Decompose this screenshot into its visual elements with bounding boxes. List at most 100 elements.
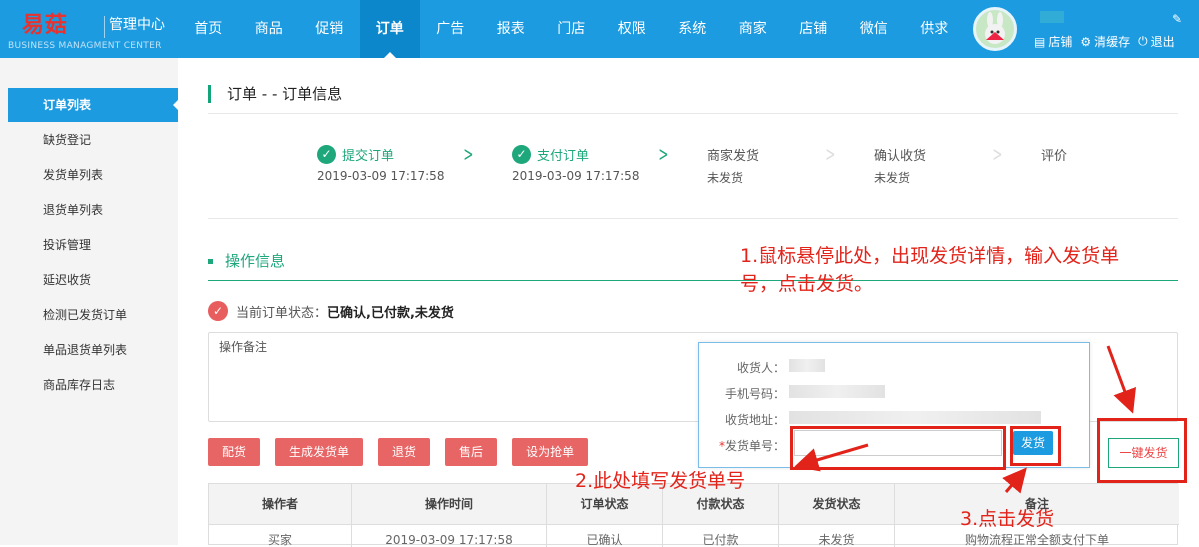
step-ship: 商家发货 未发货 <box>707 144 759 186</box>
annotation-step3: 3.点击发货 <box>960 508 1055 530</box>
main-nav: 首页 商品 促销 订单 广告 报表 门店 权限 系统 商家 店铺 微信 供求 <box>178 0 965 58</box>
step-review: 评价 <box>1041 144 1067 164</box>
chevron-right-icon: > <box>992 142 1003 166</box>
top-bar: 易菇 管理中心 BUSINESS MANAGMENT CENTER 首页 商品 … <box>0 0 1199 58</box>
annotation-step2: 2.此处填写发货单号 <box>575 470 746 492</box>
status-value: 已确认,已付款,未发货 <box>327 305 454 321</box>
section-heading-label: 操作信息 <box>225 252 286 270</box>
sidebar-item-delivery-list[interactable]: 发货单列表 <box>8 158 178 192</box>
table-cell: 已确认 <box>547 525 663 547</box>
nav-reports[interactable]: 报表 <box>481 0 542 58</box>
status-label: 当前订单状态： <box>236 305 328 321</box>
nav-home[interactable]: 首页 <box>178 0 239 58</box>
store-label: 店铺 <box>1048 35 1073 49</box>
sidebar-item-delay-receipt[interactable]: 延迟收货 <box>8 263 178 297</box>
step-label: 商家发货 <box>707 148 760 164</box>
check-icon: ✓ <box>512 144 531 164</box>
table-cell: 买家 <box>209 525 352 547</box>
logout-link[interactable]: ⏻ 退出 <box>1138 33 1175 50</box>
clear-cache-link[interactable]: ⚙ 清缓存 <box>1080 33 1130 50</box>
receiver-value-blurred <box>789 359 825 372</box>
nav-orders[interactable]: 订单 <box>359 0 420 58</box>
page-title: 订单 - - 订单信息 <box>208 85 342 103</box>
edit-icon[interactable]: ✎ <box>1172 12 1182 26</box>
step-time: 未发货 <box>707 171 744 185</box>
brand-english: BUSINESS MANAGMENT CENTER <box>8 41 162 51</box>
highlight-one-key-ship <box>1097 418 1187 483</box>
sidebar-item-item-returns[interactable]: 单品退货单列表 <box>8 333 178 367</box>
step-label: 评价 <box>1041 148 1068 164</box>
step-receive: 确认收货 未发货 <box>874 144 926 186</box>
nav-shop[interactable]: 店铺 <box>783 0 844 58</box>
clear-cache-label: 清缓存 <box>1094 35 1131 49</box>
username-blurred <box>1040 11 1064 23</box>
step-label: 提交订单 <box>342 148 395 164</box>
receiver-label: 收货人： <box>736 361 785 375</box>
section-heading: 操作信息 <box>208 250 285 271</box>
table-cell: 已付款 <box>663 525 779 547</box>
address-label: 收货地址： <box>724 413 785 427</box>
action-buttons: 配货 生成发货单 退货 售后 设为抢单 <box>208 438 603 466</box>
chevron-right-icon: > <box>658 142 669 166</box>
table-cell: 未发货 <box>779 525 895 547</box>
sidebar-item-order-list[interactable]: 订单列表 <box>8 88 179 122</box>
check-icon: ✓ <box>317 144 336 164</box>
chevron-right-icon: > <box>825 142 836 166</box>
annotation-step1-cont: 号，点击发货。 <box>740 273 874 295</box>
table-header: 操作者 <box>209 484 352 524</box>
nav-wechat[interactable]: 微信 <box>844 0 905 58</box>
nav-permissions[interactable]: 权限 <box>602 0 663 58</box>
nav-ads[interactable]: 广告 <box>420 0 481 58</box>
step-time: 2019-03-09 17:17:58 <box>512 169 640 183</box>
create-delivery-button[interactable]: 生成发货单 <box>275 438 364 466</box>
table-cell: 2019-03-09 17:17:58 <box>352 525 547 547</box>
power-icon: ⏻ <box>1138 34 1148 48</box>
address-value-blurred <box>789 411 1041 424</box>
nav-supply[interactable]: 供求 <box>904 0 965 58</box>
highlight-ship-button <box>1010 426 1061 466</box>
phone-label: 手机号码： <box>724 387 785 401</box>
nav-system[interactable]: 系统 <box>662 0 723 58</box>
nav-promotion[interactable]: 促销 <box>299 0 360 58</box>
chevron-right-icon: > <box>463 142 474 166</box>
store-link[interactable]: ▤ 店铺 <box>1034 33 1072 50</box>
allocate-button[interactable]: 配货 <box>208 438 261 466</box>
step-time: 2019-03-09 17:17:58 <box>317 169 445 183</box>
logout-label: 退出 <box>1150 35 1175 49</box>
step-label: 确认收货 <box>874 148 927 164</box>
set-grab-order-button[interactable]: 设为抢单 <box>512 438 589 466</box>
header-links: ▤ 店铺 ⚙ 清缓存 ⏻ 退出 <box>1034 33 1175 50</box>
store-icon: ▤ <box>1034 34 1046 49</box>
sidebar-item-complaints[interactable]: 投诉管理 <box>8 228 178 262</box>
sidebar-item-check-shipped[interactable]: 检测已发货订单 <box>8 298 178 332</box>
divider <box>208 280 1178 281</box>
brand-name: 易菇 <box>22 13 69 38</box>
highlight-tracking-input <box>790 426 1006 470</box>
nav-stores[interactable]: 门店 <box>541 0 602 58</box>
divider <box>208 218 1178 219</box>
avatar[interactable] <box>973 7 1017 51</box>
table-header: 操作时间 <box>352 484 547 524</box>
after-sale-button[interactable]: 售后 <box>445 438 498 466</box>
check-icon: ✓ <box>208 301 228 321</box>
step-pay: ✓ 支付订单 2019-03-09 17:17:58 <box>512 144 639 183</box>
step-label: 支付订单 <box>537 148 590 164</box>
nav-goods[interactable]: 商品 <box>239 0 300 58</box>
return-button[interactable]: 退货 <box>378 438 431 466</box>
step-submit: ✓ 提交订单 2019-03-09 17:17:58 <box>317 144 444 183</box>
order-status: ✓ 当前订单状态： 已确认,已付款,未发货 <box>208 301 454 321</box>
sidebar-item-stock-log[interactable]: 商品库存日志 <box>8 368 178 402</box>
divider <box>208 113 1178 114</box>
avatar-image <box>985 12 1005 44</box>
step-time: 未发货 <box>874 171 911 185</box>
sidebar-item-shortage[interactable]: 缺货登记 <box>8 123 178 157</box>
logo[interactable]: 易菇 管理中心 BUSINESS MANAGMENT CENTER <box>8 4 188 58</box>
tracking-label-text: 发货单号： <box>724 439 785 453</box>
brand-subtitle: 管理中心 <box>109 17 165 33</box>
annotation-step1: 1.鼠标悬停此处，出现发货详情，输入发货单 <box>740 245 1120 267</box>
nav-merchants[interactable]: 商家 <box>723 0 784 58</box>
brand-divider <box>104 16 105 38</box>
sidebar-item-return-list[interactable]: 退货单列表 <box>8 193 178 227</box>
sidebar: 订单列表 缺货登记 发货单列表 退货单列表 投诉管理 延迟收货 检测已发货订单 … <box>0 58 179 545</box>
bullet-icon <box>208 259 213 264</box>
